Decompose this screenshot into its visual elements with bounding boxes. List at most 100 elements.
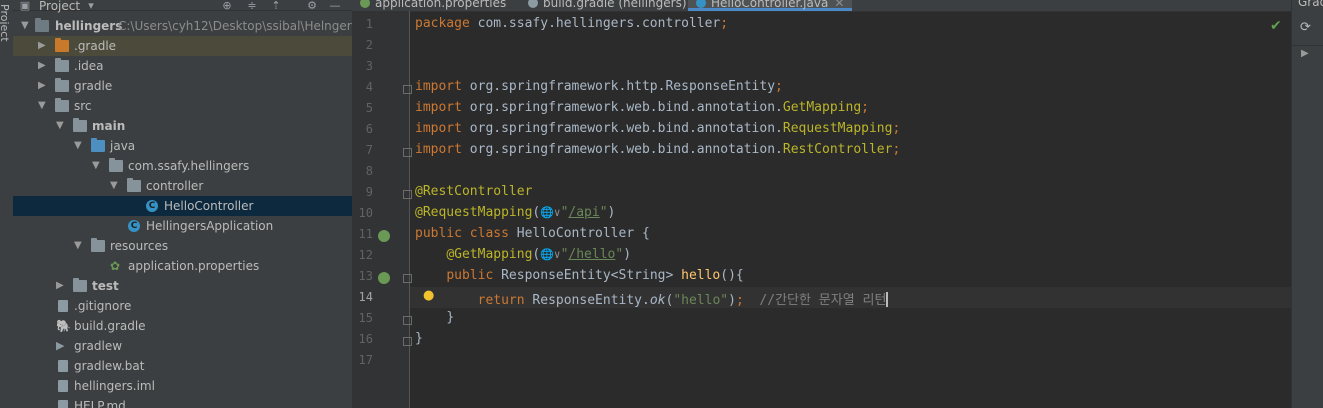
url-link[interactable]: /hello (568, 247, 615, 262)
tree-item-resources[interactable]: ▼ resources (13, 236, 352, 256)
tree-item-main[interactable]: ▼ main (13, 116, 352, 136)
gradle-icon: 🐘 (56, 319, 71, 333)
chevron-down-icon[interactable]: ▼ (74, 240, 84, 252)
web-url-icon[interactable]: 🌐∨ (540, 206, 560, 219)
properties-icon (360, 0, 370, 8)
dropdown-icon[interactable]: ▾ (85, 0, 97, 12)
folder-icon (73, 278, 87, 292)
tab-application-properties[interactable]: application.properties (352, 0, 514, 11)
code-line-1: package com.ssafy.hellingers.controller; (415, 16, 728, 31)
chevron-down-icon[interactable]: ▼ (38, 100, 48, 112)
keyword: package (415, 16, 478, 31)
web-url-icon[interactable]: 🌐∨ (540, 248, 560, 261)
semicolon: ; (892, 121, 901, 136)
tree-item-hellingers[interactable]: ▼ hellingers C:\Users\cyh12\Desktop\ssib… (13, 16, 352, 36)
chevron-down-icon[interactable]: ▼ (56, 120, 66, 132)
text-caret (886, 292, 889, 307)
tree-item-gradle-cache[interactable]: ▶ .gradle (13, 36, 352, 56)
editor-gutter[interactable]: 1 2 3 4 5 6 7 8 9 10 11 12 13 14 15 16 1… (352, 11, 412, 408)
comment: //간단한 문자열 리턴 (759, 293, 887, 308)
quote: " (615, 247, 624, 262)
inspection-ok-check-icon[interactable]: ✔ (1270, 18, 1282, 34)
collapse-all-icon[interactable]: ≑ (246, 0, 258, 12)
code-line-15: } (415, 310, 454, 325)
package-icon (109, 158, 123, 172)
keyword: public class (415, 226, 517, 241)
class-icon: C (146, 200, 158, 212)
gradle-icon (528, 0, 538, 8)
tree-item-label: hellingers (55, 19, 123, 33)
tab-hello-controller[interactable]: HelloController.java ✕ (688, 0, 853, 11)
tree-item-gradle[interactable]: ▶ gradle (13, 76, 352, 96)
lightbulb-icon[interactable]: ● (423, 288, 434, 303)
gear-icon[interactable]: ⚙ (306, 0, 318, 12)
chevron-right-icon[interactable]: ▶ (38, 40, 48, 52)
refresh-icon[interactable]: ⟳ (1300, 20, 1311, 35)
tree-item-java[interactable]: ▼ java (13, 136, 352, 156)
paren: ) (623, 247, 632, 262)
tab-label: HelloController.java (711, 0, 829, 10)
code-editor[interactable]: package com.ssafy.hellingers.controller;… (410, 11, 1291, 408)
chevron-right-icon[interactable]: ▶ (1301, 48, 1309, 59)
gradle-tool-window: Gradle ⟳ ▶ (1291, 0, 1323, 408)
chevron-right-icon[interactable]: ▶ (38, 60, 48, 72)
line-number: 9 (365, 185, 373, 199)
keyword: import (415, 79, 470, 94)
tree-item-hello-controller[interactable]: C HelloController (13, 196, 352, 216)
tree-item-application-properties[interactable]: ✿ application.properties (13, 256, 352, 276)
tree-item-build-gradle[interactable]: 🐘 build.gradle (13, 316, 352, 336)
project-view-icon[interactable]: ▣ (19, 0, 31, 12)
tree-item-label: com.ssafy.hellingers (128, 159, 250, 173)
project-strip-label[interactable]: Project (0, 4, 11, 42)
tree-item-idea[interactable]: ▶ .idea (13, 56, 352, 76)
line-number: 3 (365, 59, 373, 73)
hide-icon[interactable]: — (329, 0, 341, 12)
tree-item-path: C:\Users\cyh12\Desktop\ssibal\Helngers (118, 19, 352, 33)
gradle-panel-title[interactable]: Gradle (1298, 0, 1323, 9)
code-line-14: return ResponseEntity.ok("hello"); //간단한… (415, 289, 889, 308)
tree-item-hellingers-iml[interactable]: hellingers.iml (13, 376, 352, 396)
tree-item-src[interactable]: ▼ src (13, 96, 352, 116)
tree-item-help-md[interactable]: HELP.md (13, 396, 352, 408)
divider (1292, 45, 1323, 46)
chevron-down-icon[interactable]: ▼ (21, 20, 31, 32)
code-line-7: import org.springframework.web.bind.anno… (415, 142, 900, 157)
code-line-5: import org.springframework.web.bind.anno… (415, 100, 869, 115)
class-icon (696, 0, 706, 8)
project-panel-title[interactable]: Project (39, 0, 80, 13)
tree-item-package-hellingers[interactable]: ▼ com.ssafy.hellingers (13, 156, 352, 176)
chevron-down-icon[interactable]: ▼ (74, 140, 84, 152)
folder-icon (55, 98, 69, 112)
close-icon[interactable]: ✕ (834, 0, 844, 10)
tree-item-label: application.properties (128, 259, 260, 273)
folder-icon (55, 38, 69, 52)
chevron-right-icon[interactable]: ▶ (38, 80, 48, 92)
chevron-down-icon[interactable]: ▼ (110, 180, 120, 192)
semicolon: ; (775, 79, 783, 94)
tree-item-gitignore[interactable]: .gitignore (13, 296, 352, 316)
class-name: HelloController { (516, 226, 650, 241)
file-icon (58, 300, 68, 312)
expand-icon[interactable]: ⇡ (270, 0, 282, 12)
tree-item-package-controller[interactable]: ▼ controller (13, 176, 352, 196)
tree-item-gradlew-bat[interactable]: gradlew.bat (13, 356, 352, 376)
tree-item-gradlew[interactable]: ▶ gradlew (13, 336, 352, 356)
line-number: 5 (365, 101, 373, 115)
chevron-right-icon[interactable]: ▶ (56, 280, 66, 292)
import-class: RequestMapping (782, 121, 893, 136)
semicolon: ; (720, 16, 729, 31)
tab-label: build.gradle (hellingers) (543, 0, 687, 10)
spring-bean-icon[interactable] (378, 230, 390, 242)
locate-icon[interactable]: ⊕ (221, 0, 233, 12)
chevron-down-icon[interactable]: ▼ (92, 160, 102, 172)
url-link[interactable]: /api (568, 205, 599, 220)
spring-bean-icon[interactable] (378, 272, 390, 284)
tree-item-label: src (74, 99, 92, 113)
semicolon: ; (861, 100, 869, 115)
tree-item-test[interactable]: ▶ test (13, 276, 352, 296)
project-tool-window-strip[interactable]: Project (0, 0, 14, 408)
tree-item-label: java (110, 139, 136, 153)
tree-item-hellingers-application[interactable]: C HellingersApplication (13, 216, 352, 236)
tree-item-label: hellingers.iml (74, 379, 155, 393)
tab-build-gradle[interactable]: build.gradle (hellingers) (520, 0, 695, 11)
